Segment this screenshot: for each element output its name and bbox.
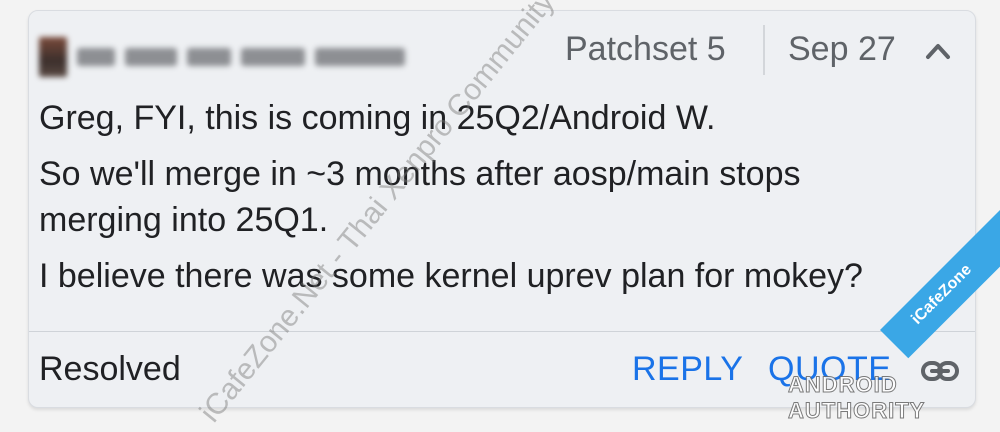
quote-button[interactable]: QUOTE [768, 349, 891, 389]
redaction-bar [241, 48, 305, 66]
reply-button[interactable]: REPLY [632, 349, 743, 389]
comment-message: Greg, FYI, this is coming in 25Q2/Androi… [39, 99, 716, 137]
comment-card: Patchset 5 Sep 27 Greg, FYI, this is com… [28, 10, 976, 408]
header-divider [763, 25, 765, 75]
redaction-bar [315, 48, 405, 66]
comment-message: I believe there was some kernel uprev pl… [39, 257, 863, 295]
author-name-redacted [39, 33, 419, 81]
comment-header: Patchset 5 Sep 27 [29, 11, 975, 85]
footer-divider [29, 331, 975, 332]
patchset-label[interactable]: Patchset 5 [565, 29, 726, 69]
comment-date: Sep 27 [788, 30, 896, 68]
chevron-up-icon[interactable] [923, 37, 953, 63]
link-icon[interactable] [920, 356, 960, 386]
avatar [39, 37, 67, 77]
comment-message: So we'll merge in ~3 months after aosp/m… [39, 155, 801, 239]
resolved-status: Resolved [39, 350, 181, 388]
redaction-bar [187, 48, 231, 66]
comment-body: Greg, FYI, this is coming in 25Q2/Androi… [39, 95, 959, 309]
redaction-bar [77, 48, 115, 66]
redaction-bar [125, 48, 177, 66]
screenshot-stage: Patchset 5 Sep 27 Greg, FYI, this is com… [0, 0, 1000, 432]
